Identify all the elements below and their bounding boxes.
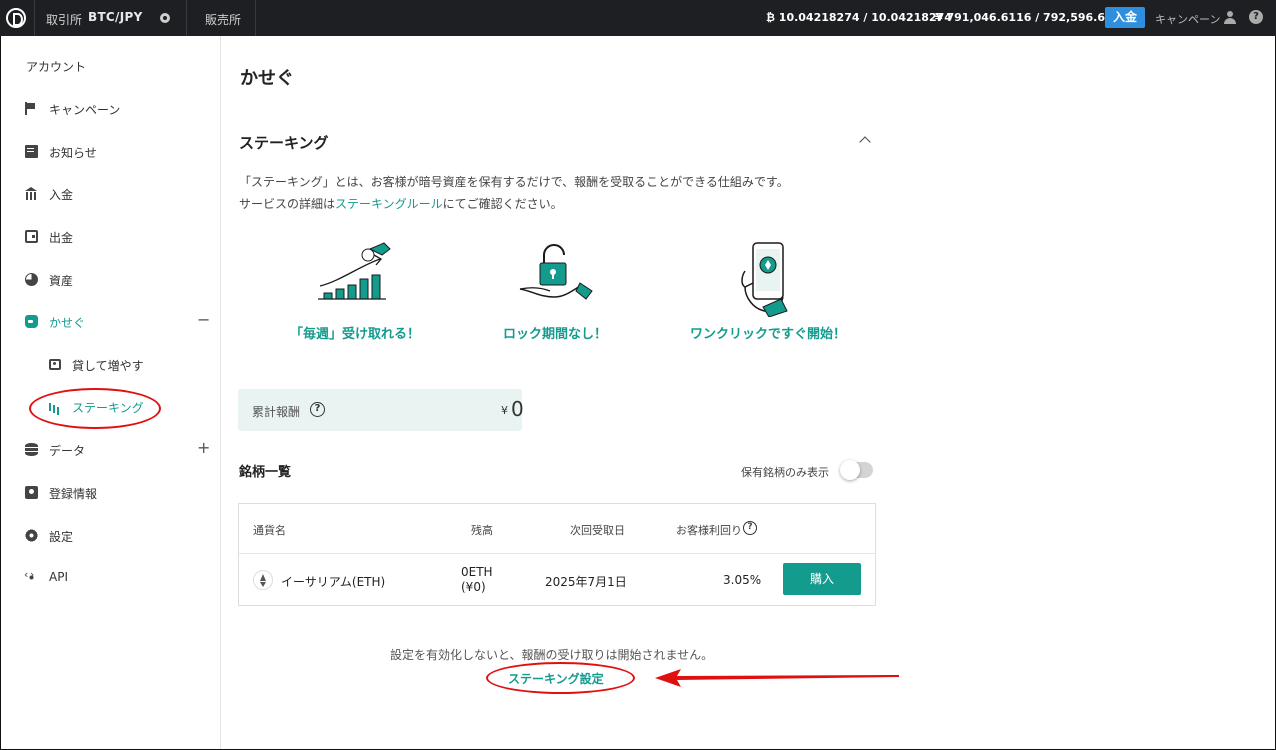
yield-rate: 3.05% [723, 573, 762, 587]
expand-icon[interactable]: + [197, 438, 210, 457]
own-only-toggle[interactable] [840, 460, 873, 480]
shop-link[interactable]: 販売所 [205, 11, 241, 28]
coin-list-title: 銘柄一覧 [239, 465, 292, 480]
reward-value: 0 [511, 397, 524, 421]
staking-description-detail: サービスの詳細はステーキングルールにてご確認ください。 [239, 195, 563, 212]
description-prefix: サービスの詳細は [239, 197, 336, 211]
feature-caption: ロック期間なし！ [502, 327, 607, 342]
sidebar-subitem-lending[interactable]: 貸して増やす [1, 353, 220, 377]
reward-label: 累計報酬 [252, 405, 301, 419]
feature-one-click: ワンクリックですぐ開始！ [668, 241, 868, 351]
next-receive-date: 2025年7月1日 [545, 575, 627, 589]
staking-table: 通貨名 残高 次回受取日 お客様利回り ? イーサリアム(ETH) 0ETH (… [238, 503, 876, 606]
sidebar-item-deposit[interactable]: 入金 [1, 182, 220, 206]
deposit-button[interactable]: 入金 [1105, 7, 1145, 28]
sidebar-header: アカウント [26, 60, 87, 74]
chevron-up-icon[interactable] [858, 135, 872, 145]
unlocked-hand-icon [519, 244, 593, 300]
growing-coins-icon [318, 242, 391, 300]
help-circle-icon[interactable]: ? [310, 402, 325, 417]
column-header-balance: 残高 [471, 524, 493, 537]
section-title: ステーキング [239, 134, 329, 152]
description-suffix: にてご確認ください。 [442, 197, 563, 211]
divider [255, 0, 256, 36]
btc-balance: ₿ 10.04218274 / 10.04218274 [766, 11, 952, 24]
help-circle-icon[interactable]: ? [743, 521, 757, 535]
coin-name: イーサリアム(ETH) [281, 575, 386, 589]
sidebar-item-api[interactable]: API [1, 566, 220, 590]
table-divider [239, 553, 875, 554]
sidebar-item-withdraw[interactable]: 出金 [1, 225, 220, 249]
divider [34, 0, 35, 36]
sidebar-item-label: お知らせ [49, 146, 97, 160]
sidebar-item-label: 出金 [49, 231, 74, 245]
ethereum-icon [253, 570, 273, 590]
sidebar-item-data[interactable]: データ + [1, 438, 220, 462]
sidebar-item-news[interactable]: お知らせ [1, 140, 220, 164]
pie-chart-icon [25, 273, 38, 286]
sidebar-item-campaign[interactable]: キャンペーン [1, 97, 220, 121]
annotation-circle [29, 388, 161, 429]
jpy-balance: ¥ 791,046.6116 / 792,596.6116 [935, 11, 1128, 24]
sidebar-item-label: 設定 [49, 530, 74, 544]
sidebar-item-label: API [49, 570, 68, 584]
feature-weekly: 「毎週」受け取れる！ [255, 241, 455, 351]
staking-description: 「ステーキング」とは、お客様が暗号資産を保有するだけで、報酬を受取ることができる… [239, 175, 789, 189]
phone-click-icon [741, 242, 788, 317]
buy-button[interactable]: 購入 [783, 563, 861, 595]
column-header-next-date: 次回受取日 [570, 524, 625, 537]
wallet-icon [25, 230, 38, 243]
user-icon[interactable] [1224, 11, 1236, 24]
cumulative-reward-box: 累計報酬 ? ¥ 0 [238, 389, 524, 431]
database-icon [25, 443, 38, 456]
campaign-link[interactable]: キャンペーン [1155, 11, 1220, 27]
exchange-label[interactable]: 取引所 [46, 11, 82, 28]
activation-notice: 設定を有効化しないと、報酬の受け取りは開始されません。 [390, 648, 714, 662]
page-title: かせぐ [240, 68, 294, 89]
money-bag-icon [25, 315, 38, 328]
feature-caption: ワンクリックですぐ開始！ [689, 327, 846, 342]
bank-icon [25, 187, 38, 200]
main-content: かせぐ ステーキング 「ステーキング」とは、お客様が暗号資産を保有するだけで、報… [221, 36, 1275, 749]
id-card-icon [25, 486, 38, 499]
coin-balance: 0ETH [461, 565, 493, 579]
bitbank-logo-icon[interactable] [6, 8, 26, 28]
sidebar-item-registration[interactable]: 登録情報 [1, 481, 220, 505]
collapse-icon[interactable]: − [197, 310, 210, 329]
help-icon[interactable]: ? [1249, 10, 1263, 24]
annotation-circle [486, 662, 635, 694]
sidebar-item-label: 入金 [49, 188, 74, 202]
sidebar-item-label: 貸して増やす [72, 359, 144, 373]
message-icon [25, 145, 38, 158]
cash-icon [49, 359, 61, 370]
top-bar: 取引所 BTC/JPY 販売所 ₿ 10.04218274 / 10.04218… [0, 0, 1276, 36]
pair-select-icon[interactable] [160, 13, 170, 23]
sidebar-item-earn[interactable]: かせぐ − [1, 310, 220, 334]
sidebar-item-label: 資産 [49, 274, 74, 288]
sidebar-item-label: かせぐ [49, 316, 86, 330]
annotation-arrow [655, 669, 899, 687]
staking-rules-link[interactable]: ステーキングルール [335, 197, 443, 211]
reward-currency: ¥ [501, 404, 508, 417]
sidebar-item-assets[interactable]: 資産 [1, 268, 220, 292]
divider [186, 0, 187, 36]
column-header-yield: お客様利回り [676, 524, 742, 537]
coin-balance-jpy: (¥0) [461, 580, 486, 594]
column-header-name: 通貨名 [253, 524, 286, 537]
sidebar-item-settings[interactable]: 設定 [1, 524, 220, 548]
feature-caption: 「毎週」受け取れる！ [289, 327, 420, 342]
feature-no-lock: ロック期間なし！ [455, 241, 655, 351]
api-icon [24, 568, 38, 584]
gear-icon [25, 529, 38, 542]
own-only-label: 保有銘柄のみ表示 [741, 466, 829, 479]
sidebar-item-label: データ [49, 444, 86, 458]
pair-selector[interactable]: BTC/JPY [88, 10, 143, 24]
flag-icon [25, 102, 38, 115]
sidebar-item-label: 登録情報 [49, 487, 98, 501]
sidebar-item-label: キャンペーン [49, 103, 121, 117]
